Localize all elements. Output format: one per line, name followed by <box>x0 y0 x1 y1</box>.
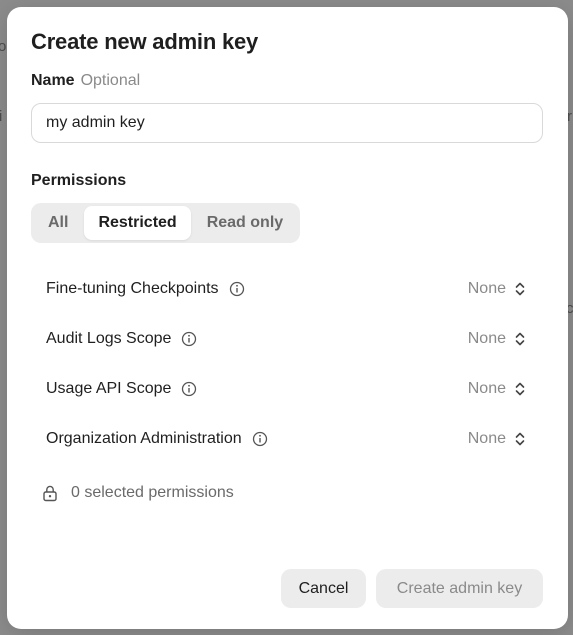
chevron-up-down-icon <box>515 432 525 446</box>
backdrop-fragment: i <box>0 108 3 125</box>
selected-count-text: 0 selected permissions <box>71 484 234 501</box>
permission-name: Audit Logs Scope <box>46 330 197 348</box>
permission-name: Usage API Scope <box>46 380 197 398</box>
chevron-up-down-icon <box>515 282 525 296</box>
name-field-label: Name Optional <box>31 72 140 90</box>
permission-select[interactable]: None <box>468 380 526 398</box>
optional-hint: Optional <box>80 72 141 89</box>
permissions-mode-tabs: All Restricted Read only <box>31 203 301 243</box>
permissions-label: Permissions <box>31 172 127 189</box>
permission-row-usage-api-scope: Usage API Scope None <box>46 377 526 401</box>
permission-row-audit-logs-scope: Audit Logs Scope None <box>46 327 526 351</box>
name-input[interactable] <box>31 103 543 143</box>
permission-name: Organization Administration <box>46 430 268 448</box>
permission-select[interactable]: None <box>468 330 526 348</box>
permission-select[interactable]: None <box>468 280 526 298</box>
create-admin-key-dialog: Create new admin key Name Optional Permis… <box>7 7 568 629</box>
permission-select[interactable]: None <box>468 430 526 448</box>
info-icon[interactable] <box>252 431 268 447</box>
info-icon[interactable] <box>181 331 197 347</box>
name-label: Name <box>31 72 75 89</box>
tab-restricted[interactable]: Restricted <box>84 206 191 240</box>
permission-value: None <box>467 380 506 397</box>
permission-value: None <box>467 330 506 347</box>
permission-name: Fine-tuning Checkpoints <box>46 280 245 298</box>
lock-icon <box>43 485 57 502</box>
permission-row-fine-tuning-checkpoints: Fine-tuning Checkpoints None <box>46 277 526 301</box>
dialog-title: Create new admin key <box>31 29 259 54</box>
permission-value: None <box>467 430 506 447</box>
cancel-button[interactable]: Cancel <box>281 569 366 608</box>
create-admin-key-button[interactable]: Create admin key <box>376 569 543 608</box>
permission-label: Fine-tuning Checkpoints <box>46 280 219 297</box>
tab-read-only[interactable]: Read only <box>193 206 297 240</box>
chevron-up-down-icon <box>515 332 525 346</box>
info-icon[interactable] <box>181 381 197 397</box>
selected-permissions-summary: 0 selected permissions <box>41 484 234 502</box>
permission-value: None <box>467 280 506 297</box>
permission-row-organization-administration: Organization Administration None <box>46 427 526 451</box>
tab-all[interactable]: All <box>34 206 82 240</box>
info-icon[interactable] <box>229 281 245 297</box>
permission-label: Audit Logs Scope <box>46 330 172 347</box>
permission-label: Usage API Scope <box>46 380 172 397</box>
chevron-up-down-icon <box>515 382 525 396</box>
permission-label: Organization Administration <box>46 430 242 447</box>
